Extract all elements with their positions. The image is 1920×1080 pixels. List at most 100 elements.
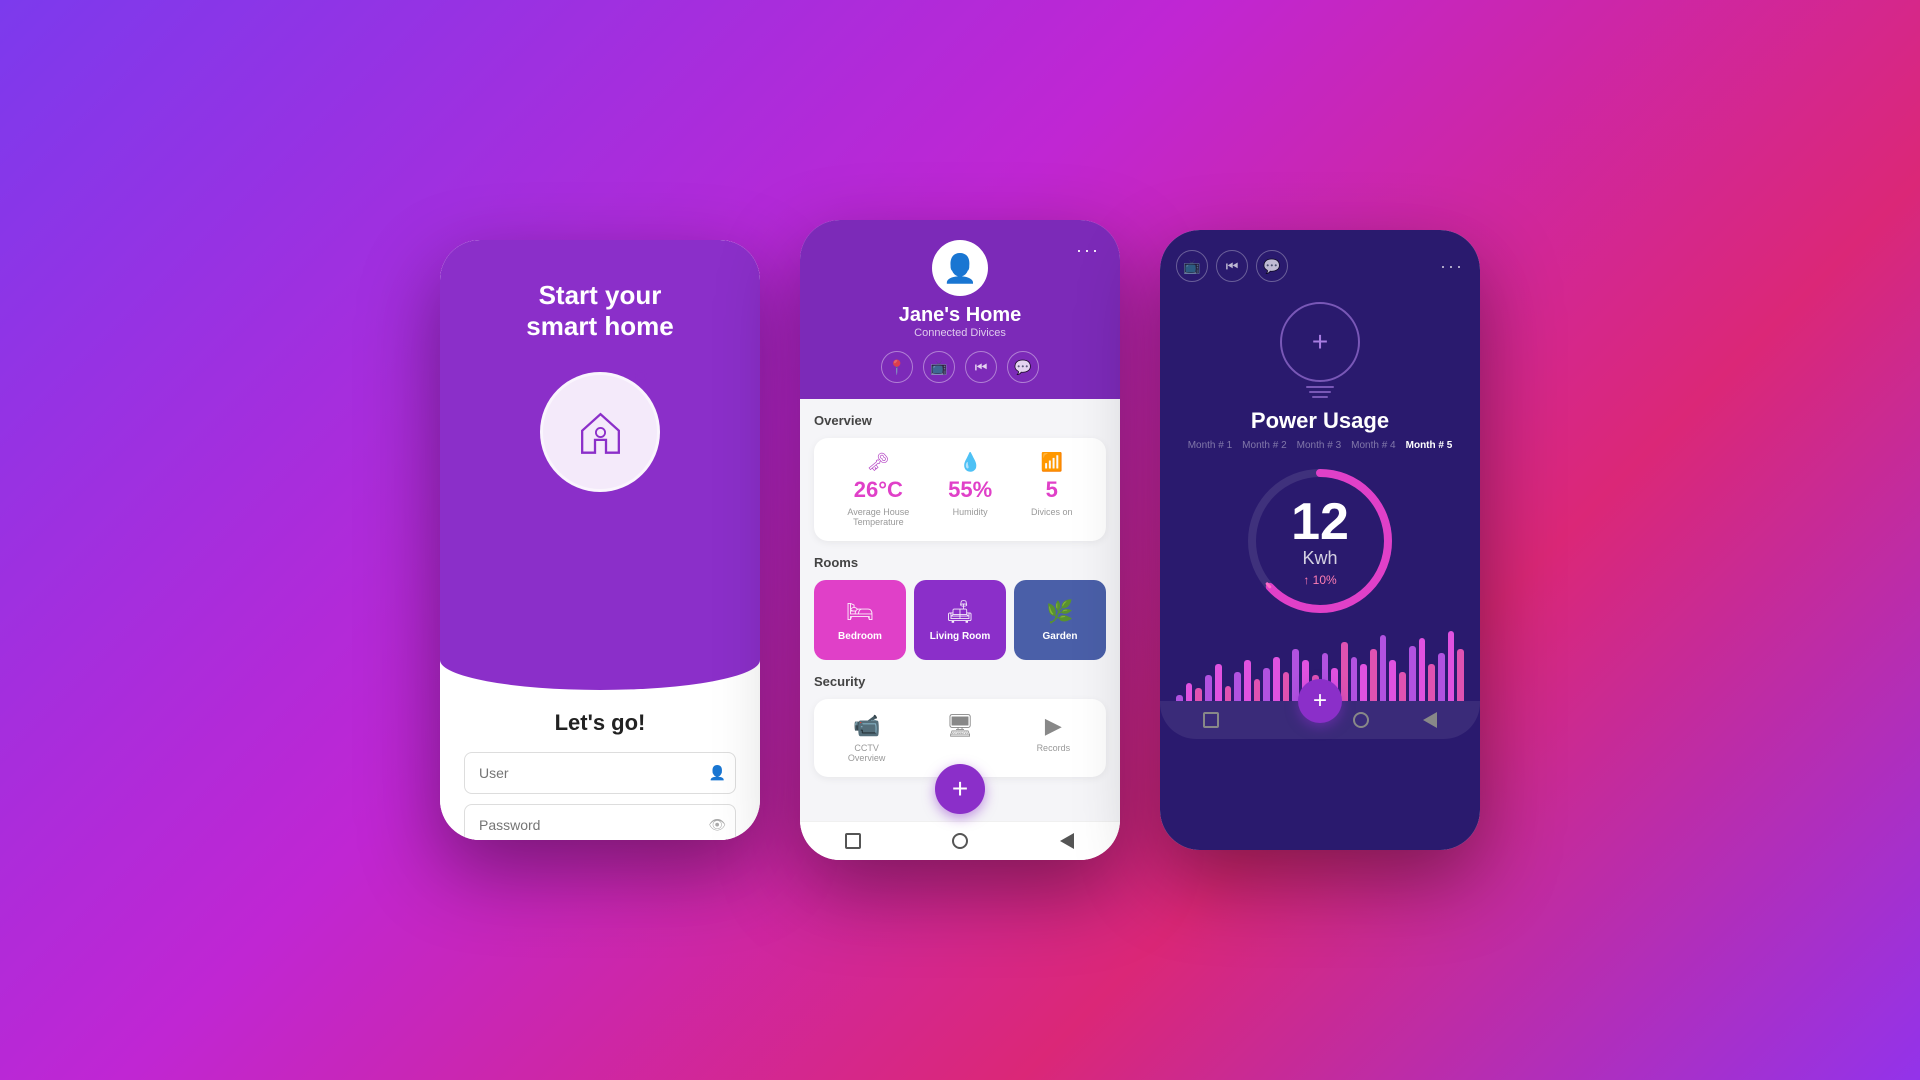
monitor-item[interactable]: 🖥: [921, 713, 998, 763]
humidity-item: 💧 55% Humidity: [948, 452, 992, 527]
records-label: Records: [1037, 743, 1071, 753]
garden-card[interactable]: 🌿 Garden: [1014, 580, 1106, 660]
power-music-btn[interactable]: ⏮: [1216, 250, 1248, 282]
home-nav-square[interactable]: [844, 832, 862, 850]
home-navbar: [800, 821, 1120, 860]
month4-label[interactable]: Month # 4: [1351, 440, 1395, 451]
light-bulb-icon: +: [1280, 302, 1360, 398]
bar-item: [1186, 683, 1193, 701]
months-row: Month # 1 Month # 2 Month # 3 Month # 4 …: [1160, 440, 1480, 451]
bulb-line-2: [1309, 391, 1331, 393]
avatar-circle: 👤: [932, 240, 988, 296]
home-content: Overview 🗝 26°C Average HouseTemperature…: [800, 399, 1120, 821]
cctv-item[interactable]: 📹 CCTVOverview: [828, 713, 905, 763]
home-nav-circle[interactable]: [951, 832, 969, 850]
bar-item: [1419, 638, 1426, 701]
bar-item: [1244, 660, 1251, 701]
bar-item: [1409, 646, 1416, 701]
bedroom-card[interactable]: 🛏 Bedroom: [814, 580, 906, 660]
gauge-unit: Kwh: [1302, 548, 1337, 569]
login-top-section: Start your smart home: [440, 240, 760, 660]
home-icon: [573, 405, 628, 460]
records-icon: ▶: [1045, 713, 1062, 739]
cctv-icon: 📹: [853, 713, 880, 739]
living-icon: 🛋: [946, 599, 974, 625]
bar-item: [1380, 635, 1387, 701]
bulb-line-1: [1306, 386, 1334, 388]
phone-home: ··· 👤 Jane's Home Connected Divices 📍 📺 …: [800, 220, 1120, 860]
cctv-label: CCTVOverview: [848, 743, 886, 763]
bar-item: [1370, 649, 1377, 701]
bar-item: [1428, 664, 1435, 701]
temperature-label: Average HouseTemperature: [847, 507, 909, 527]
power-nav-back[interactable]: [1421, 711, 1439, 729]
power-screen: 📺 ⏮ 💬 ··· + Power Usage Month: [1160, 230, 1480, 850]
humidity-label: Humidity: [953, 507, 988, 517]
bar-item: [1389, 660, 1396, 701]
garden-icon: 🌿: [1046, 599, 1073, 625]
month3-label[interactable]: Month # 3: [1297, 440, 1341, 451]
gauge-value: 12: [1291, 496, 1349, 548]
lets-go-text: Let's go!: [555, 710, 646, 736]
overview-card: 🗝 26°C Average HouseTemperature 💧 55% Hu…: [814, 438, 1106, 541]
month5-label[interactable]: Month # 5: [1406, 440, 1453, 451]
power-fab-button[interactable]: +: [1298, 679, 1342, 723]
password-input[interactable]: [464, 804, 736, 840]
rooms-row: 🛏 Bedroom 🛋 Living Room 🌿 Garden: [814, 580, 1106, 660]
month2-label[interactable]: Month # 2: [1242, 440, 1286, 451]
home-header: ··· 👤 Jane's Home Connected Divices 📍 📺 …: [800, 220, 1120, 399]
power-tv-btn[interactable]: 📺: [1176, 250, 1208, 282]
overview-title: Overview: [814, 413, 1106, 428]
power-nav-circle[interactable]: [1352, 711, 1370, 729]
phone-power: 📺 ⏮ 💬 ··· + Power Usage Month: [1160, 230, 1480, 850]
home-name: Jane's Home: [899, 304, 1022, 327]
bar-item: [1225, 686, 1232, 701]
home-inner: ··· 👤 Jane's Home Connected Divices 📍 📺 …: [800, 220, 1120, 860]
location-device-btn[interactable]: 📍: [881, 351, 913, 383]
bar-item: [1448, 631, 1455, 701]
bar-item: [1457, 649, 1464, 701]
gauge-change: ↑ 10%: [1303, 573, 1336, 587]
living-label: Living Room: [930, 631, 991, 642]
bar-item: [1360, 664, 1367, 701]
home-icon-circle: [540, 372, 660, 492]
eye-icon: 👁: [708, 817, 726, 834]
title-line1: Start your: [539, 280, 662, 310]
music-device-btn[interactable]: ⏮: [965, 351, 997, 383]
bar-item: [1399, 672, 1406, 701]
bar-item: [1215, 664, 1222, 701]
power-chat-btn[interactable]: 💬: [1256, 250, 1288, 282]
month1-label[interactable]: Month # 1: [1188, 440, 1232, 451]
temperature-value: 26°C: [854, 477, 903, 503]
records-item[interactable]: ▶ Records: [1015, 713, 1092, 763]
bar-item: [1438, 653, 1445, 701]
power-more-dots[interactable]: ···: [1440, 256, 1464, 277]
user-icon: 👤: [709, 765, 726, 782]
home-nav-back[interactable]: [1058, 832, 1076, 850]
humidity-value: 55%: [948, 477, 992, 503]
bulb-plus: +: [1312, 328, 1328, 356]
device-icons-row: 📍 📺 ⏮ 💬: [881, 351, 1039, 383]
bar-item: [1195, 688, 1202, 701]
home-fab-button[interactable]: +: [935, 764, 985, 814]
temperature-item: 🗝 26°C Average HouseTemperature: [847, 452, 909, 527]
power-header: 📺 ⏮ 💬 ···: [1160, 230, 1480, 292]
devices-label: Divices on: [1031, 507, 1073, 517]
avatar-icon: 👤: [943, 252, 978, 285]
rooms-title: Rooms: [814, 555, 1106, 570]
power-nav-square[interactable]: [1202, 711, 1220, 729]
wifi-icon: 📶: [1041, 452, 1063, 473]
chat-device-btn[interactable]: 💬: [1007, 351, 1039, 383]
security-title: Security: [814, 674, 1106, 689]
bar-item: [1234, 672, 1241, 701]
user-input[interactable]: [464, 752, 736, 794]
bar-item: [1273, 657, 1280, 701]
user-input-wrapper: 👤: [464, 752, 736, 794]
living-room-card[interactable]: 🛋 Living Room: [914, 580, 1006, 660]
tv-device-btn[interactable]: 📺: [923, 351, 955, 383]
password-input-wrapper: 👁: [464, 804, 736, 840]
power-bottom-nav: +: [1160, 701, 1480, 739]
more-dots[interactable]: ···: [1076, 240, 1100, 261]
devices-value: 5: [1046, 477, 1058, 503]
power-device-icons: 📺 ⏮ 💬: [1176, 250, 1288, 282]
